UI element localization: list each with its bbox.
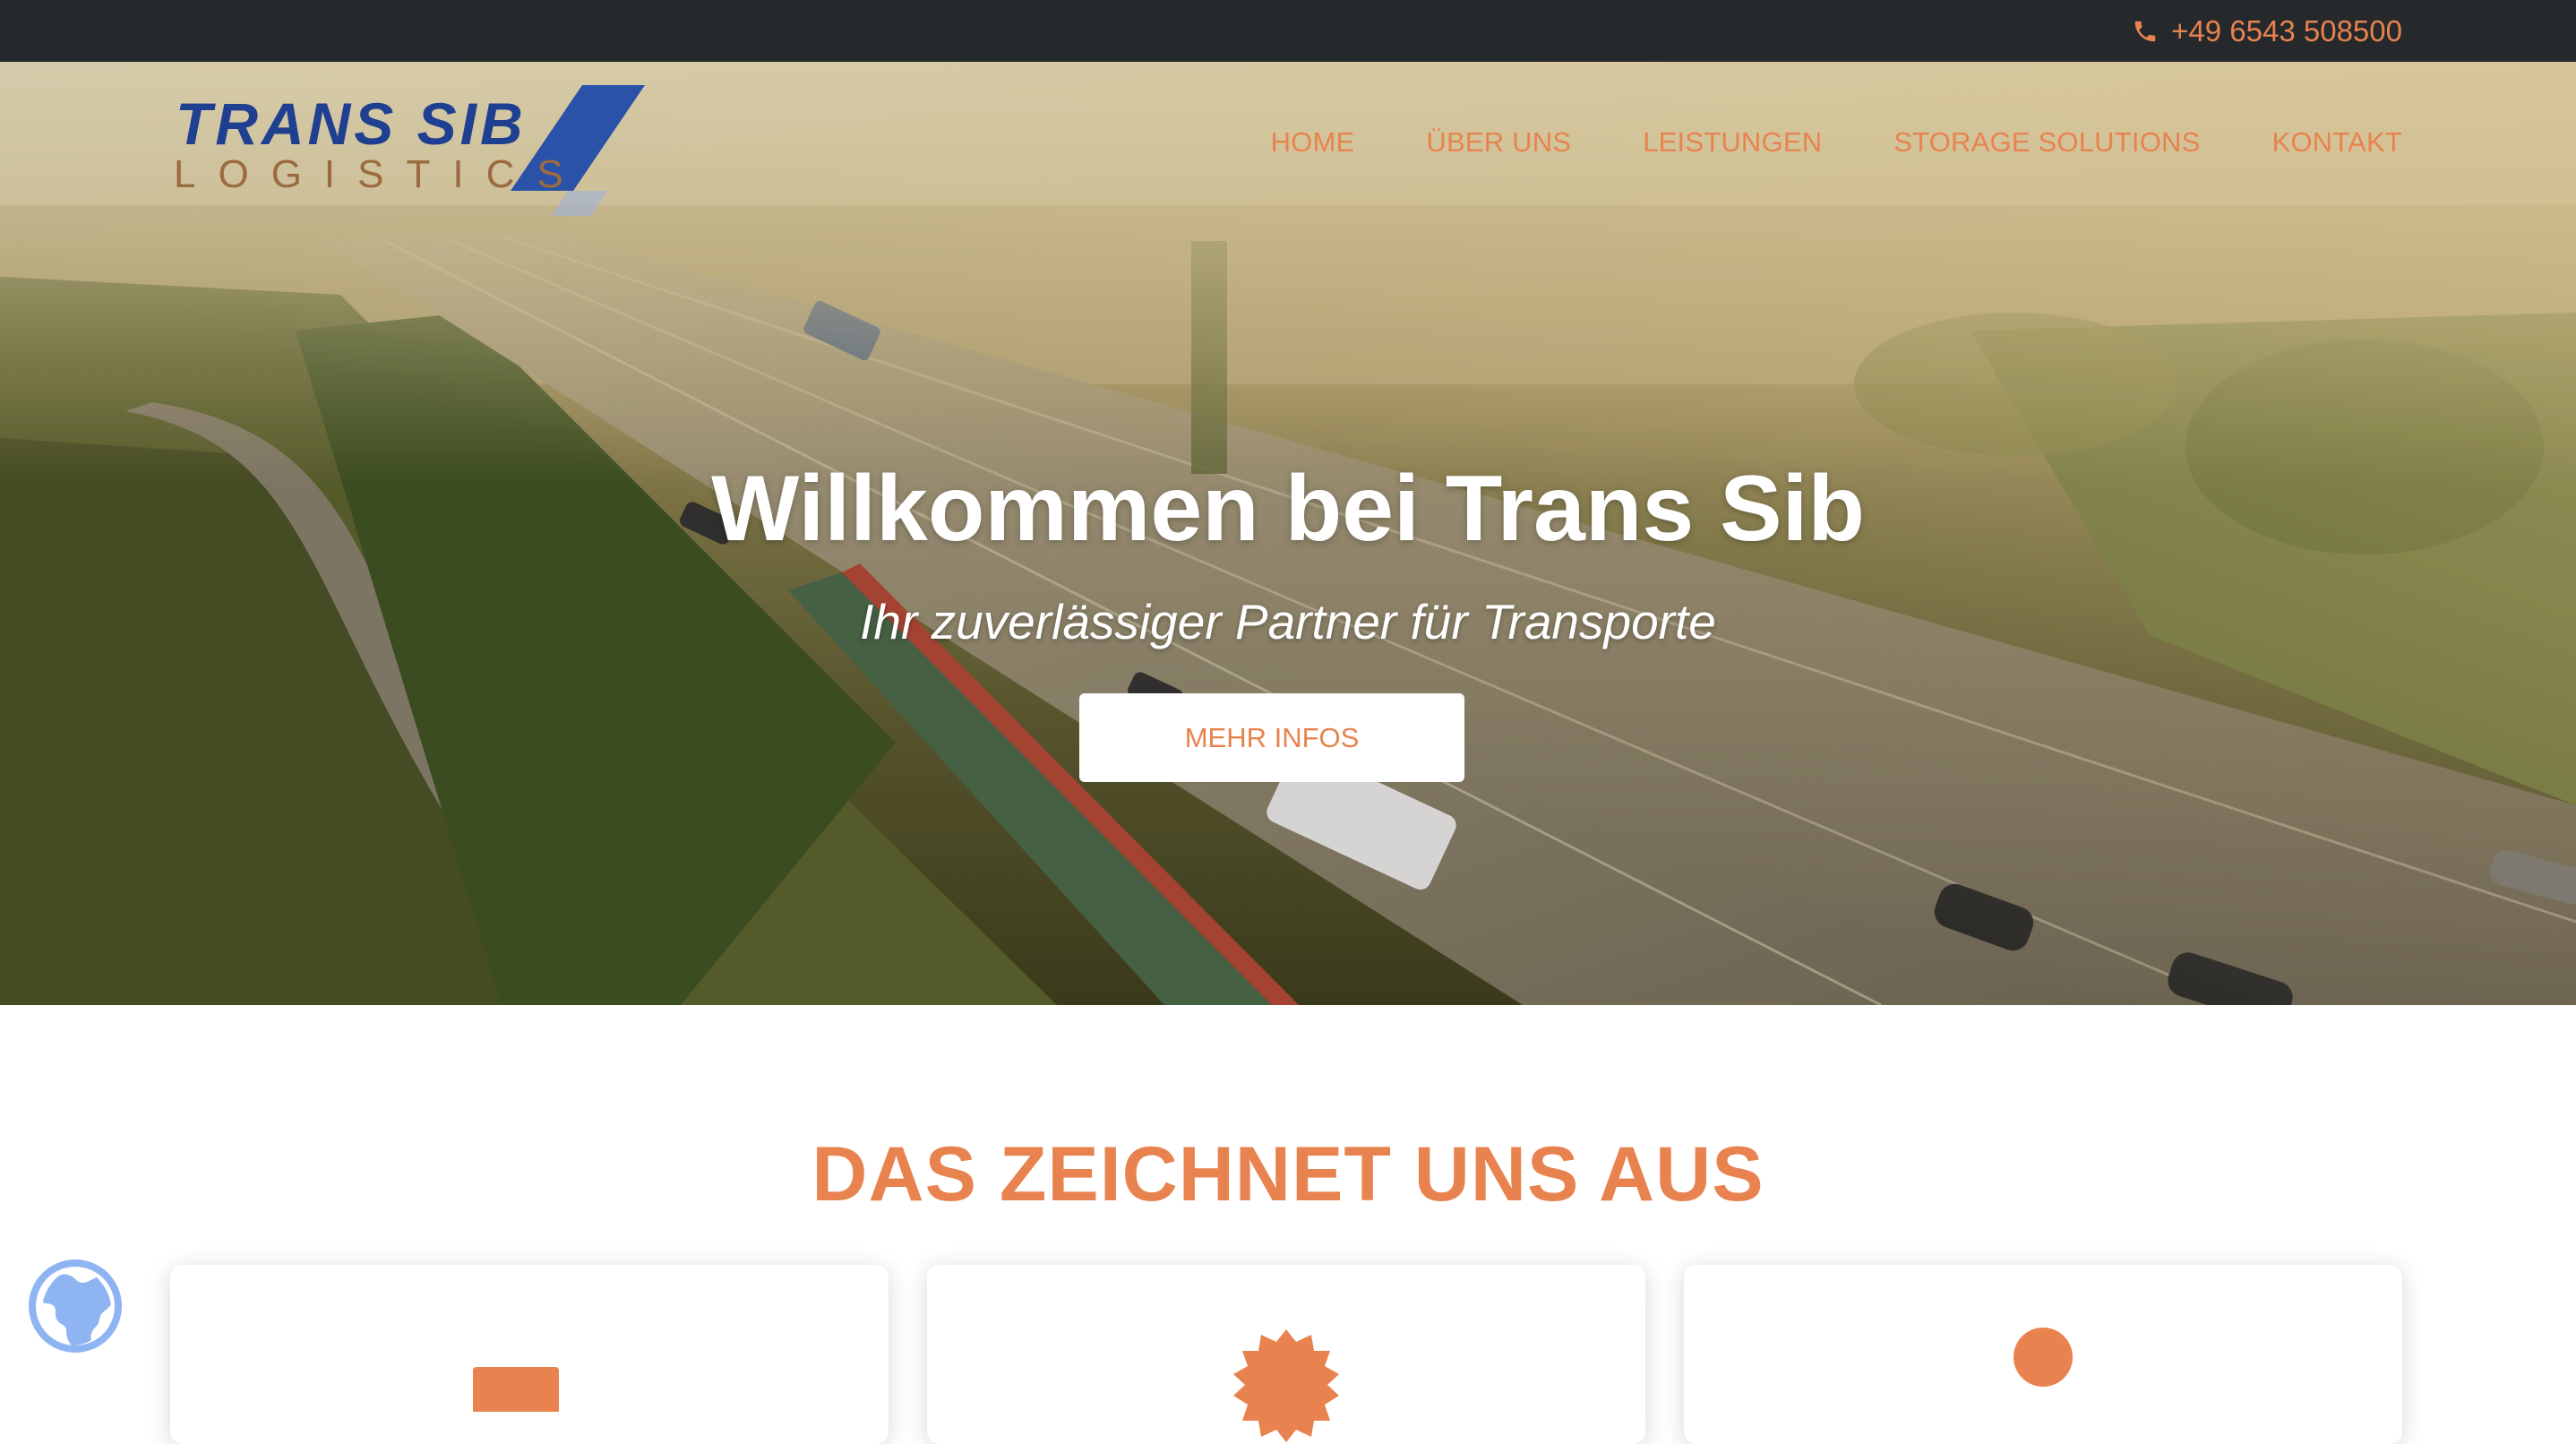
hero-subtitle: Ihr zuverlässiger Partner für Transporte xyxy=(860,594,1716,649)
features-title: DAS ZEICHNET UNS AUS xyxy=(811,1131,1765,1217)
nav-services[interactable]: LEISTUNGEN xyxy=(1643,126,1822,159)
circle-icon xyxy=(2014,1328,2073,1387)
hero-title: Willkommen bei Trans Sib xyxy=(711,457,1865,561)
phone-number: +49 6543 508500 xyxy=(2171,13,2402,47)
phone-link[interactable]: +49 6543 508500 xyxy=(2132,0,2402,62)
nav-home[interactable]: HOME xyxy=(1271,126,1355,159)
rectangle-icon xyxy=(473,1367,559,1412)
nav-storage-solutions[interactable]: STORAGE SOLUTIONS xyxy=(1893,126,2200,159)
main-nav: HOME ÜBER UNS LEISTUNGEN STORAGE SOLUTIO… xyxy=(1271,126,2402,159)
nav-about[interactable]: ÜBER UNS xyxy=(1426,126,1571,159)
feature-card-1 xyxy=(170,1265,889,1444)
logo-wordmark: TRANS SIB xyxy=(176,90,527,157)
more-info-button[interactable]: MEHR INFOS xyxy=(1079,693,1464,782)
globe-icon xyxy=(29,1259,122,1353)
badge-icon xyxy=(1233,1329,1339,1442)
nav-contact[interactable]: KONTAKT xyxy=(2271,126,2402,159)
phone-icon xyxy=(2134,21,2156,41)
site-logo[interactable]: TRANS SIB LOGISTICS xyxy=(170,74,654,245)
logo-subtitle: LOGISTICS xyxy=(174,152,586,196)
hero-section: TRANS SIB LOGISTICS HOME ÜBER UNS LEISTU… xyxy=(0,62,2576,1005)
trans-sib-logo: TRANS SIB LOGISTICS xyxy=(174,85,645,216)
feature-card-3 xyxy=(1684,1265,2402,1444)
top-bar: +49 6543 508500 xyxy=(0,0,2576,62)
feature-card-2 xyxy=(927,1265,1645,1444)
language-globe-button[interactable] xyxy=(27,1258,124,1354)
